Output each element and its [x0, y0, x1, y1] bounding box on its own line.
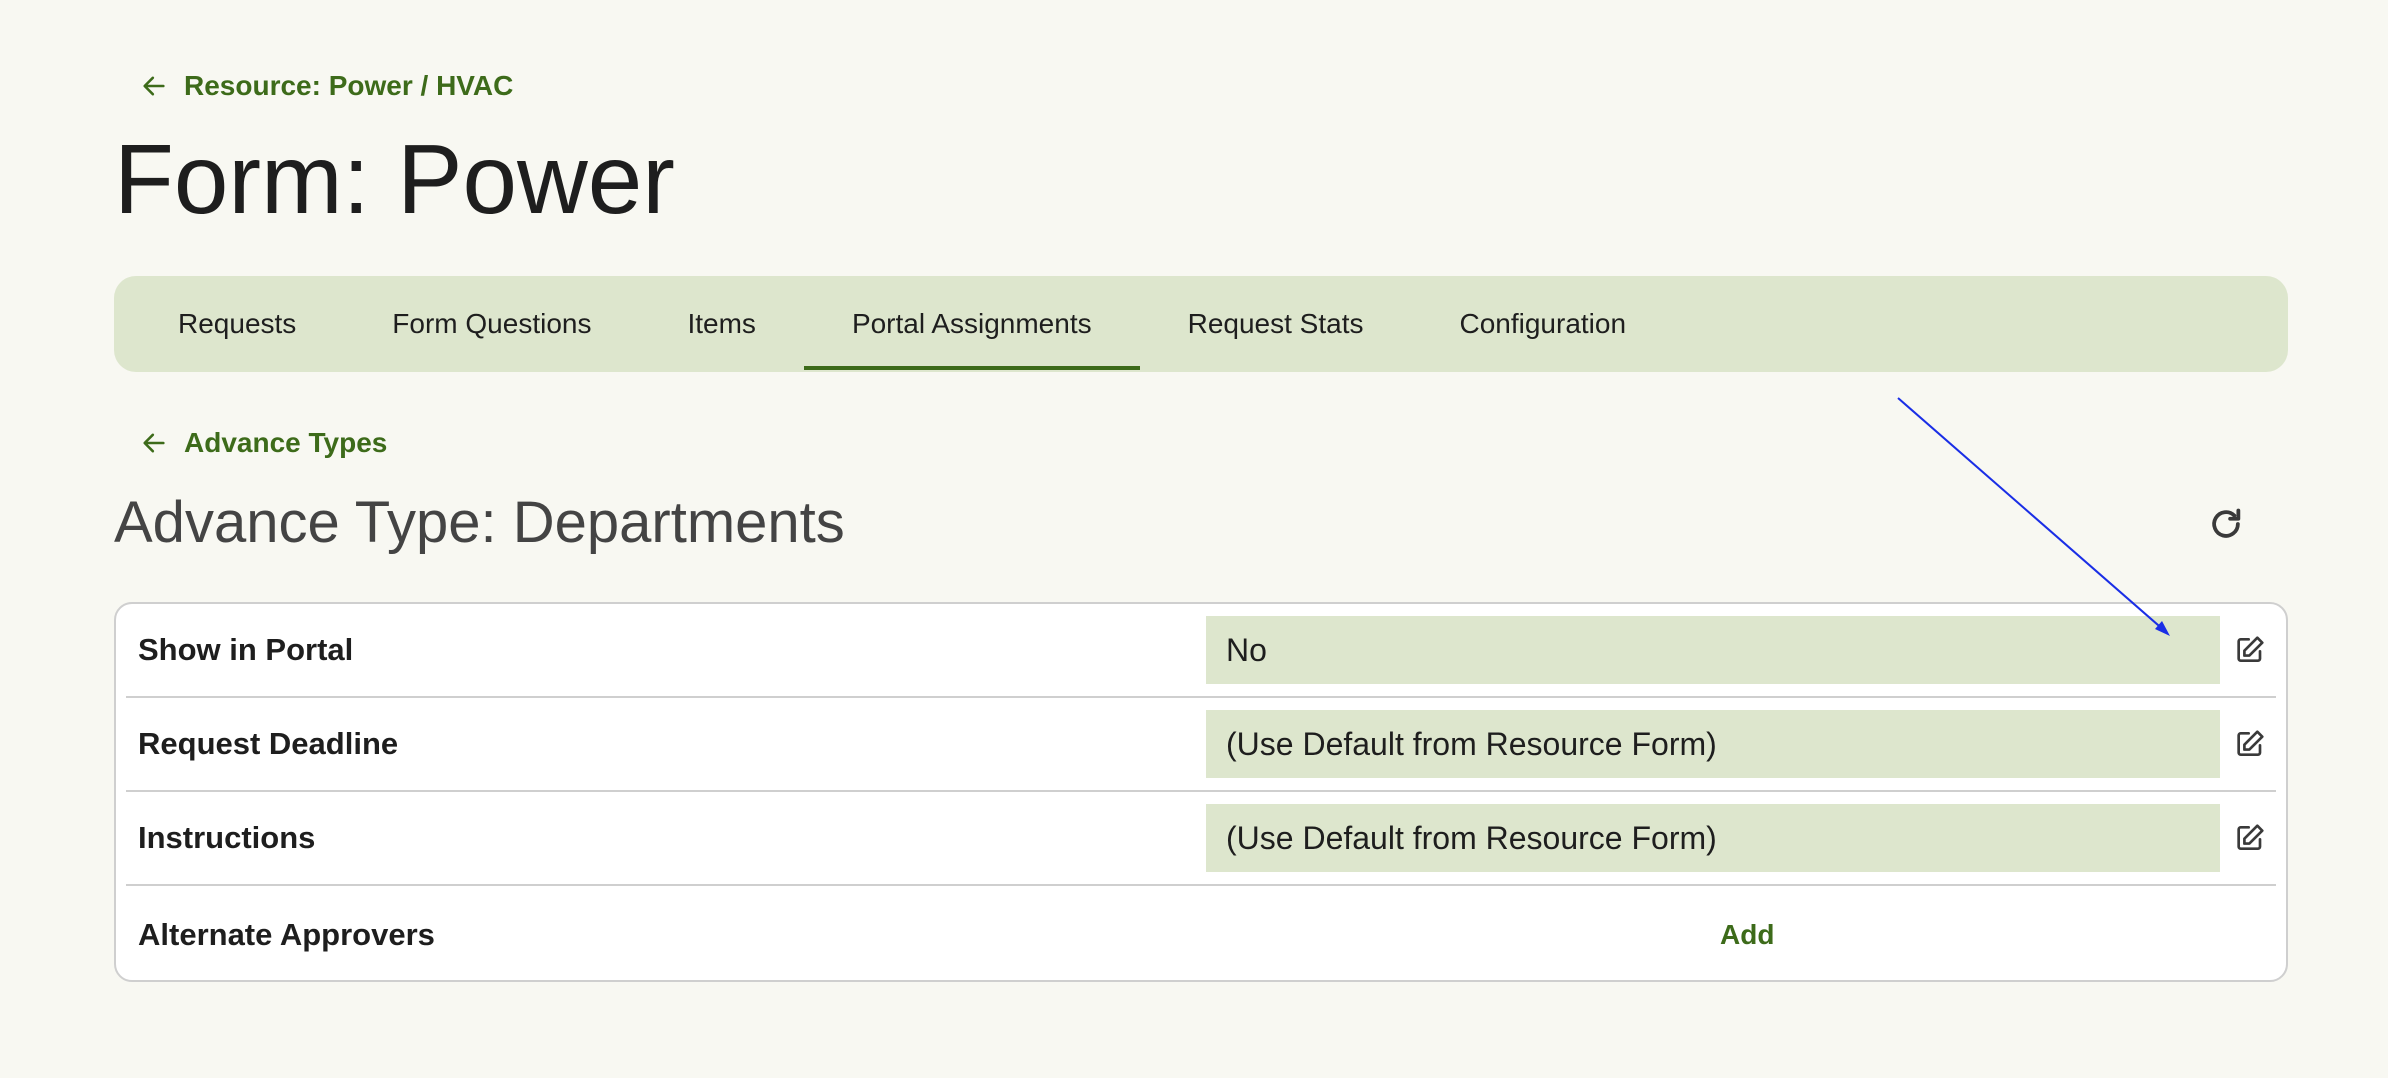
page-title: Form: Power: [114, 124, 675, 234]
edit-icon[interactable]: [2234, 728, 2266, 760]
row-value: (Use Default from Resource Form): [1206, 804, 2220, 872]
setting-row-instructions: Instructions (Use Default from Resource …: [126, 792, 2276, 886]
tab-label: Request Stats: [1187, 308, 1364, 339]
tab-form-questions[interactable]: Form Questions: [344, 276, 639, 372]
tab-label: Items: [687, 308, 756, 339]
tab-items[interactable]: Items: [639, 276, 803, 372]
edit-icon[interactable]: [2234, 634, 2266, 666]
tab-label: Form Questions: [392, 308, 592, 339]
setting-row-alternate-approvers: Alternate Approvers Add: [126, 886, 2276, 984]
arrow-left-icon: [140, 429, 168, 457]
arrow-left-icon: [140, 72, 168, 100]
section-title: Advance Type: Departments: [114, 490, 845, 555]
setting-row-request-deadline: Request Deadline (Use Default from Resou…: [126, 698, 2276, 792]
row-value: No: [1206, 616, 2220, 684]
setting-row-show-in-portal: Show in Portal No: [126, 604, 2276, 698]
tab-label: Configuration: [1459, 308, 1627, 339]
add-approver-button[interactable]: Add: [1720, 919, 1774, 951]
tab-bar: Requests Form Questions Items Portal Ass…: [114, 276, 2288, 372]
tab-label: Requests: [178, 308, 297, 339]
advance-types-back-link[interactable]: Advance Types: [140, 427, 387, 459]
settings-card: Show in Portal No Request Deadline (Use …: [114, 602, 2288, 982]
advance-types-label: Advance Types: [184, 427, 388, 458]
refresh-button[interactable]: [2204, 504, 2248, 548]
tab-configuration[interactable]: Configuration: [1411, 276, 1674, 372]
row-label: Alternate Approvers: [138, 917, 435, 952]
tab-portal-assignments[interactable]: Portal Assignments: [803, 276, 1140, 372]
row-value: (Use Default from Resource Form): [1206, 710, 2220, 778]
tab-requests[interactable]: Requests: [178, 276, 344, 372]
breadcrumb-back-link[interactable]: Resource: Power / HVAC: [140, 70, 513, 102]
tab-request-stats[interactable]: Request Stats: [1140, 276, 1412, 372]
refresh-icon: [2207, 505, 2245, 548]
tab-label: Portal Assignments: [851, 308, 1092, 339]
edit-icon[interactable]: [2234, 822, 2266, 854]
row-label: Request Deadline: [138, 726, 399, 761]
row-label: Instructions: [138, 820, 316, 855]
breadcrumb-label: Resource: Power / HVAC: [184, 70, 514, 101]
row-label: Show in Portal: [138, 632, 354, 667]
